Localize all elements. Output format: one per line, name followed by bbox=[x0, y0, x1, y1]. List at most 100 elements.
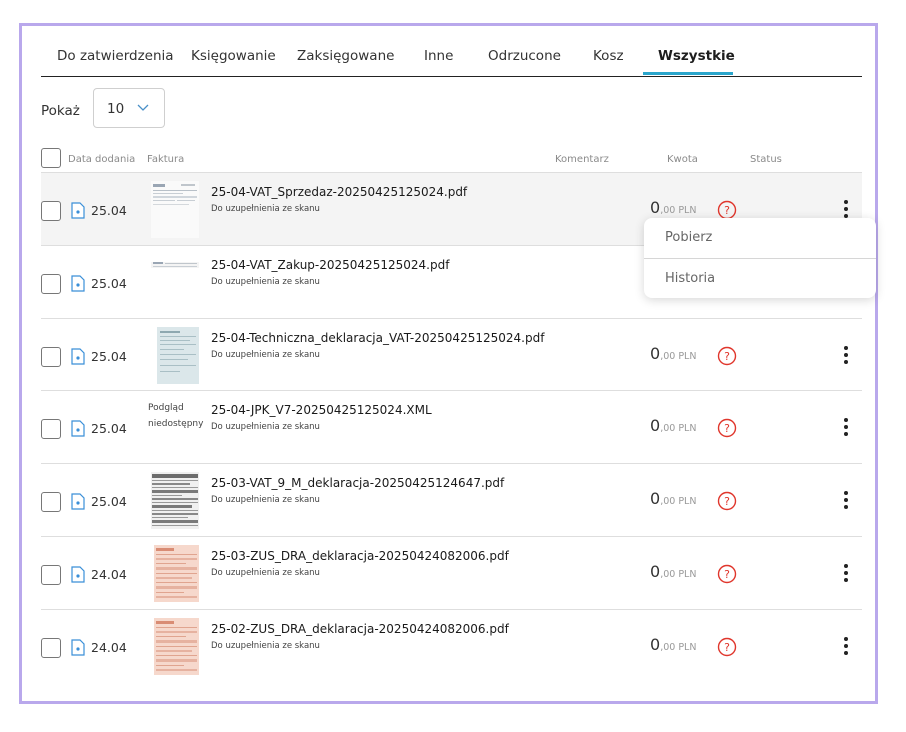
document-name[interactable]: 25-03-ZUS_DRA_deklaracja-20250424082006.… bbox=[211, 549, 509, 563]
page-size-label: Pokaż bbox=[41, 103, 80, 119]
amount-decimal: ,00 PLN bbox=[660, 642, 697, 653]
amount: 0,00 PLN bbox=[650, 562, 696, 581]
amount-integer: 0 bbox=[650, 344, 661, 363]
header-comment[interactable]: Komentarz bbox=[555, 154, 609, 165]
row-checkbox[interactable] bbox=[41, 492, 61, 512]
document-name[interactable]: 25-04-Techniczna_deklaracja_VAT-20250425… bbox=[211, 331, 544, 345]
chevron-down-icon bbox=[137, 104, 149, 111]
tab-zaksiegowane[interactable]: Zaksięgowane bbox=[297, 48, 394, 64]
more-vertical-icon[interactable] bbox=[836, 488, 856, 512]
tab-ksiegowanie[interactable]: Księgowanie bbox=[191, 48, 276, 64]
row-date: 25.04 bbox=[91, 349, 127, 364]
document-name[interactable]: 25-04-VAT_Zakup-20250425125024.pdf bbox=[211, 258, 449, 272]
question-icon[interactable]: ? bbox=[717, 346, 737, 366]
select-all-checkbox[interactable] bbox=[41, 148, 61, 168]
table-row[interactable]: 25.04 25-03-VAT_9_M_deklaracja-202504251… bbox=[41, 463, 862, 536]
row-date: 24.04 bbox=[91, 640, 127, 655]
amount-decimal: ,00 PLN bbox=[660, 205, 697, 216]
document-icon bbox=[71, 420, 85, 437]
tab-do-zatwierdzenia[interactable]: Do zatwierdzenia bbox=[57, 48, 174, 64]
document-name[interactable]: 25-02-ZUS_DRA_deklaracja-20250424082006.… bbox=[211, 622, 509, 636]
document-status-text: Do uzupełnienia ze skanu bbox=[211, 568, 320, 578]
tab-wszystkie[interactable]: Wszystkie bbox=[658, 48, 735, 64]
document-thumbnail[interactable] bbox=[151, 181, 199, 238]
table-row[interactable]: 25.04 25-04-Techniczna_deklaracja_VAT-20… bbox=[41, 318, 862, 391]
amount-decimal: ,00 PLN bbox=[660, 423, 697, 434]
app-frame: Do zatwierdzenia Księgowanie Zaksięgowan… bbox=[19, 23, 878, 704]
table-row[interactable]: 24.04 25-03-ZUS_DRA_deklaracja-202504240… bbox=[41, 536, 862, 609]
tab-odrzucone[interactable]: Odrzucone bbox=[488, 48, 561, 64]
table-row[interactable]: 25.04 Podgląd niedostępny 25-04-JPK_V7-2… bbox=[41, 390, 862, 463]
amount: 0,00 PLN bbox=[650, 489, 696, 508]
document-status-text: Do uzupełnienia ze skanu bbox=[211, 422, 320, 432]
menu-item-pobierz[interactable]: Pobierz bbox=[644, 218, 876, 258]
row-checkbox[interactable] bbox=[41, 274, 61, 294]
row-checkbox[interactable] bbox=[41, 638, 61, 658]
document-name[interactable]: 25-04-VAT_Sprzedaz-20250425125024.pdf bbox=[211, 185, 467, 199]
tab-kosz[interactable]: Kosz bbox=[593, 48, 624, 64]
tab-bar: Do zatwierdzenia Księgowanie Zaksięgowan… bbox=[41, 38, 862, 77]
more-vertical-icon[interactable] bbox=[836, 634, 856, 658]
amount-decimal: ,00 PLN bbox=[660, 569, 697, 580]
document-thumbnail[interactable] bbox=[151, 327, 199, 384]
question-icon[interactable]: ? bbox=[717, 564, 737, 584]
svg-text:?: ? bbox=[724, 641, 730, 654]
more-vertical-icon[interactable] bbox=[836, 561, 856, 585]
svg-text:?: ? bbox=[724, 204, 730, 217]
document-status-text: Do uzupełnienia ze skanu bbox=[211, 495, 320, 505]
document-icon bbox=[71, 202, 85, 219]
page-size-select[interactable]: 10 bbox=[93, 88, 165, 128]
more-vertical-icon[interactable] bbox=[836, 343, 856, 367]
page-size-value: 10 bbox=[107, 101, 125, 117]
preview-unavailable-text: Podgląd niedostępny bbox=[148, 403, 204, 429]
amount: 0,00 PLN bbox=[650, 635, 696, 654]
active-tab-indicator bbox=[643, 72, 733, 75]
row-checkbox[interactable] bbox=[41, 565, 61, 585]
document-thumbnail[interactable] bbox=[151, 472, 199, 529]
question-icon[interactable]: ? bbox=[717, 637, 737, 657]
question-icon[interactable]: ? bbox=[717, 491, 737, 511]
svg-text:?: ? bbox=[724, 422, 730, 435]
table-row[interactable]: 24.04 25-02-ZUS_DRA_deklaracja-202504240… bbox=[41, 609, 862, 682]
document-icon bbox=[71, 348, 85, 365]
document-thumbnail[interactable] bbox=[151, 254, 199, 311]
tab-inne[interactable]: Inne bbox=[424, 48, 453, 64]
amount: 0,00 PLN bbox=[650, 344, 696, 363]
document-status-text: Do uzupełnienia ze skanu bbox=[211, 204, 320, 214]
document-thumbnail[interactable] bbox=[151, 545, 199, 602]
document-status-text: Do uzupełnienia ze skanu bbox=[211, 350, 320, 360]
svg-text:?: ? bbox=[724, 568, 730, 581]
row-checkbox[interactable] bbox=[41, 347, 61, 367]
question-icon[interactable]: ? bbox=[717, 200, 737, 220]
row-date: 24.04 bbox=[91, 567, 127, 582]
row-checkbox[interactable] bbox=[41, 201, 61, 221]
svg-text:?: ? bbox=[724, 350, 730, 363]
document-name[interactable]: 25-03-VAT_9_M_deklaracja-20250425124647.… bbox=[211, 476, 504, 490]
amount-decimal: ,00 PLN bbox=[660, 351, 697, 362]
more-vertical-icon[interactable] bbox=[836, 415, 856, 439]
amount-integer: 0 bbox=[650, 635, 661, 654]
document-name[interactable]: 25-04-JPK_V7-20250425125024.XML bbox=[211, 403, 432, 417]
menu-item-label: Pobierz bbox=[665, 230, 713, 245]
document-thumbnail[interactable] bbox=[151, 618, 199, 675]
documents-panel: Do zatwierdzenia Księgowanie Zaksięgowan… bbox=[41, 26, 876, 701]
amount: 0,00 PLN bbox=[650, 416, 696, 435]
row-date: 25.04 bbox=[91, 421, 127, 436]
amount-integer: 0 bbox=[650, 416, 661, 435]
menu-item-label: Historia bbox=[665, 271, 716, 286]
document-status-text: Do uzupełnienia ze skanu bbox=[211, 641, 320, 651]
header-date[interactable]: Data dodania bbox=[68, 154, 135, 165]
document-icon bbox=[71, 493, 85, 510]
amount-integer: 0 bbox=[650, 562, 661, 581]
document-icon bbox=[71, 639, 85, 656]
question-icon[interactable]: ? bbox=[717, 418, 737, 438]
amount: 0,00 PLN bbox=[650, 198, 696, 217]
header-amount[interactable]: Kwota bbox=[667, 154, 698, 165]
header-invoice[interactable]: Faktura bbox=[147, 154, 184, 165]
document-icon bbox=[71, 566, 85, 583]
row-checkbox[interactable] bbox=[41, 419, 61, 439]
header-status[interactable]: Status bbox=[750, 154, 782, 165]
document-status-text: Do uzupełnienia ze skanu bbox=[211, 277, 320, 287]
menu-item-historia[interactable]: Historia bbox=[644, 259, 876, 299]
table-header: Data dodania Faktura Komentarz Kwota Sta… bbox=[41, 148, 862, 172]
